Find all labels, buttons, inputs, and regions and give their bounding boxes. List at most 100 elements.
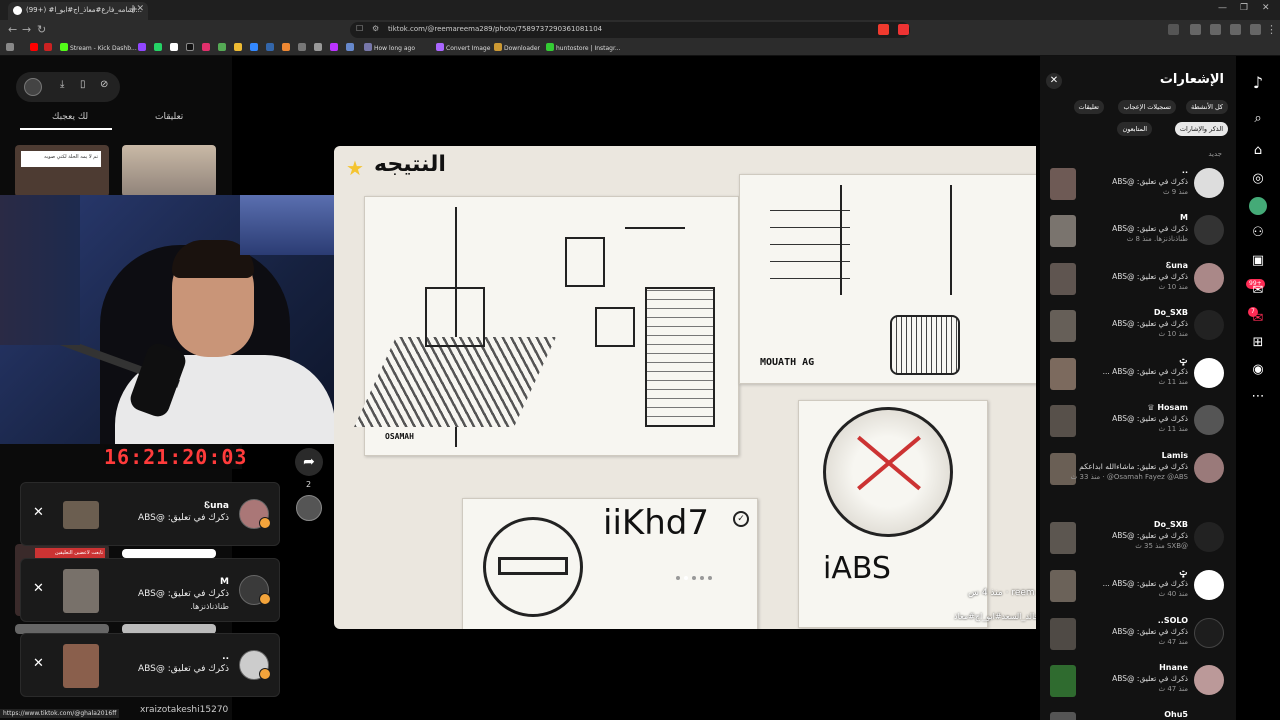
maximize-icon[interactable]: ❐ <box>1240 3 1248 13</box>
forward-icon[interactable]: → <box>22 23 31 36</box>
avatar[interactable] <box>296 495 322 521</box>
chip-comments[interactable]: تعليقات <box>1073 100 1104 114</box>
inbox-icon[interactable]: ✉ <box>1249 282 1267 300</box>
bookmark-red[interactable] <box>44 43 54 52</box>
extension-icon[interactable] <box>878 24 889 35</box>
window-close-icon[interactable]: ✕ <box>1262 3 1270 13</box>
bookmark-icon[interactable]: ☐ <box>356 24 363 33</box>
profile-icon[interactable]: ◉ <box>1249 361 1267 379</box>
avatar[interactable] <box>1194 618 1224 648</box>
bookmark-how-long-ago[interactable]: How long ago <box>364 43 415 52</box>
notification-item[interactable]: Do_SXB ذكرك في تعليق: @ABS @SXB منذ 35 ث <box>1040 518 1236 564</box>
bookmark-instagram[interactable] <box>202 43 212 52</box>
close-icon[interactable]: ✕ <box>33 656 44 671</box>
link-icon[interactable]: ⊘ <box>100 79 108 90</box>
bookmark-github[interactable] <box>298 43 308 52</box>
bookmark-kick[interactable]: Stream - Kick Dashb... <box>60 43 137 52</box>
notification-item[interactable]: SOLO.. ذكرك في تعليق: @ABS منذ 47 ث <box>1040 614 1236 660</box>
notification-toast[interactable]: ✕ Ꮛuna ذكرك في تعليق: @ABS <box>20 482 280 546</box>
avatar[interactable] <box>1194 665 1224 695</box>
more-icon[interactable]: ⋯ <box>1249 388 1267 406</box>
notification-toast[interactable]: ✕ .. ذكرك في تعليق: @ABS <box>20 633 280 697</box>
bookmark-green[interactable] <box>218 43 228 52</box>
avatar[interactable] <box>1194 405 1224 435</box>
bookmark-mail[interactable] <box>346 43 356 52</box>
notification-item[interactable]: ݓ ذكرك في تعليق: @ABS ... منذ 11 ث <box>1040 354 1236 400</box>
back-icon[interactable]: ← <box>8 23 17 36</box>
extension-icon[interactable] <box>1250 24 1261 35</box>
following-avatar-icon[interactable] <box>1249 197 1267 215</box>
close-icon[interactable]: ✕ <box>1046 73 1062 89</box>
menu-icon[interactable]: ⋮ <box>1266 23 1277 36</box>
bookmark-orange[interactable] <box>282 43 292 52</box>
bookmark-purple[interactable] <box>330 43 340 52</box>
extension-icon[interactable] <box>1210 24 1221 35</box>
notification-item[interactable]: Hosam ♕ ذكرك في تعليق: @ABS منذ 11 ث <box>1040 401 1236 447</box>
url-input[interactable]: ☐ ⚙ tiktok.com/@reemareema289/photo/7589… <box>350 22 910 38</box>
carousel-dots[interactable] <box>676 570 716 583</box>
bookmark-blue[interactable] <box>250 43 260 52</box>
bookmark-tiktok[interactable] <box>186 43 196 52</box>
notification-item[interactable]: Ohu5 <box>1040 708 1236 720</box>
avatar[interactable] <box>1194 358 1224 388</box>
chip-mentions[interactable]: الذكر والإشارات <box>1174 122 1228 136</box>
chip-followers[interactable]: المتابعون <box>1117 122 1152 136</box>
extension-icon[interactable] <box>1230 24 1241 35</box>
post-photo[interactable]: ★ النتيجه OSAMAH MOUATH AG iiKhd7 ✓ iABS… <box>334 146 1036 629</box>
bookmark-blue2[interactable] <box>266 43 276 52</box>
tab-comments[interactable]: تعليقات <box>155 112 183 122</box>
live-icon[interactable]: ▣ <box>1249 252 1267 270</box>
browser-tab[interactable]: (99+) #اسامه_فارع#معاذ_اج#ابو_ا... ✕ <box>8 2 148 20</box>
bookmark-twitch[interactable] <box>138 43 148 52</box>
share-button[interactable]: ➦ <box>295 448 323 476</box>
notification-toast[interactable]: ✕ M ذكرك في تعليق: @ABS طناذناذنزها. <box>20 558 280 622</box>
new-tab-icon[interactable]: + <box>128 2 138 16</box>
bookmark-whatsapp[interactable] <box>154 43 164 52</box>
notification-item[interactable]: Do_SXB ذكرك في تعليق: @ABS منذ 10 ث <box>1040 306 1236 352</box>
close-icon[interactable]: ✕ <box>33 505 44 520</box>
bookmark-huntostore[interactable]: huntostore | Instagr... <box>546 43 621 52</box>
extension-icon[interactable] <box>1168 24 1179 35</box>
home-icon[interactable]: ⌂ <box>1249 142 1267 160</box>
reload-icon[interactable]: ↻ <box>37 23 46 36</box>
chip-all-activity[interactable]: كل الأنشطة <box>1185 100 1228 114</box>
avatar[interactable] <box>1194 310 1224 340</box>
explore-icon[interactable]: ◎ <box>1249 170 1267 188</box>
avatar[interactable] <box>1194 522 1224 552</box>
minimize-icon[interactable]: — <box>1218 3 1227 13</box>
notification-item[interactable]: Ꮛuna ذكرك في تعليق: @ABS منذ 10 ث <box>1040 259 1236 305</box>
friends-icon[interactable]: ⚇ <box>1249 224 1267 242</box>
video-thumbnail[interactable] <box>122 549 216 558</box>
video-thumbnail[interactable] <box>122 145 216 197</box>
chip-likes[interactable]: تسجيلات الإعجاب <box>1118 100 1176 114</box>
post-author[interactable]: reem · منذ 4 س <box>968 588 1035 598</box>
upload-icon[interactable]: ⊞ <box>1249 334 1267 352</box>
close-icon[interactable]: ✕ <box>33 581 44 596</box>
bookmark-grey[interactable] <box>314 43 324 52</box>
search-icon[interactable]: ⌕ <box>1249 110 1267 128</box>
extension-badge-icon[interactable] <box>898 24 909 35</box>
avatar[interactable] <box>1194 453 1224 483</box>
avatar[interactable] <box>24 78 42 96</box>
site-info-icon[interactable]: ⚙ <box>372 24 379 33</box>
notification-item[interactable]: M ذكرك في تعليق: @ABS طناذناذنزها. منذ 8… <box>1040 211 1236 257</box>
notification-item[interactable]: ݓ ذكرك في تعليق: @ABS ... منذ 40 ث <box>1040 566 1236 612</box>
tab-you-may-like[interactable]: لك يعجبك <box>52 112 88 122</box>
phone-icon[interactable]: ▯ <box>80 79 86 90</box>
bookmark-convert-image[interactable]: Convert Image <box>436 43 490 52</box>
notification-item[interactable]: .. ذكرك في تعليق: @ABS منذ 9 ث <box>1040 164 1236 210</box>
avatar[interactable] <box>1194 168 1224 198</box>
messages-icon[interactable]: ✉ <box>1249 310 1267 328</box>
bookmark-downloader[interactable]: Downloader <box>494 43 540 52</box>
avatar[interactable] <box>1194 215 1224 245</box>
avatar[interactable] <box>1194 263 1224 293</box>
bookmark-yellow[interactable] <box>234 43 244 52</box>
tiktok-logo-icon[interactable]: ♪ <box>1249 74 1267 92</box>
bookmark-youtube[interactable] <box>30 43 40 52</box>
bookmark-x[interactable] <box>170 43 180 52</box>
download-icon[interactable]: ⤓ <box>60 79 64 90</box>
apps-icon[interactable] <box>6 43 16 52</box>
notification-item[interactable]: Hnane ذكرك في تعليق: @ABS منذ 47 ث <box>1040 661 1236 707</box>
avatar[interactable] <box>1194 570 1224 600</box>
extension-icon[interactable] <box>1190 24 1201 35</box>
